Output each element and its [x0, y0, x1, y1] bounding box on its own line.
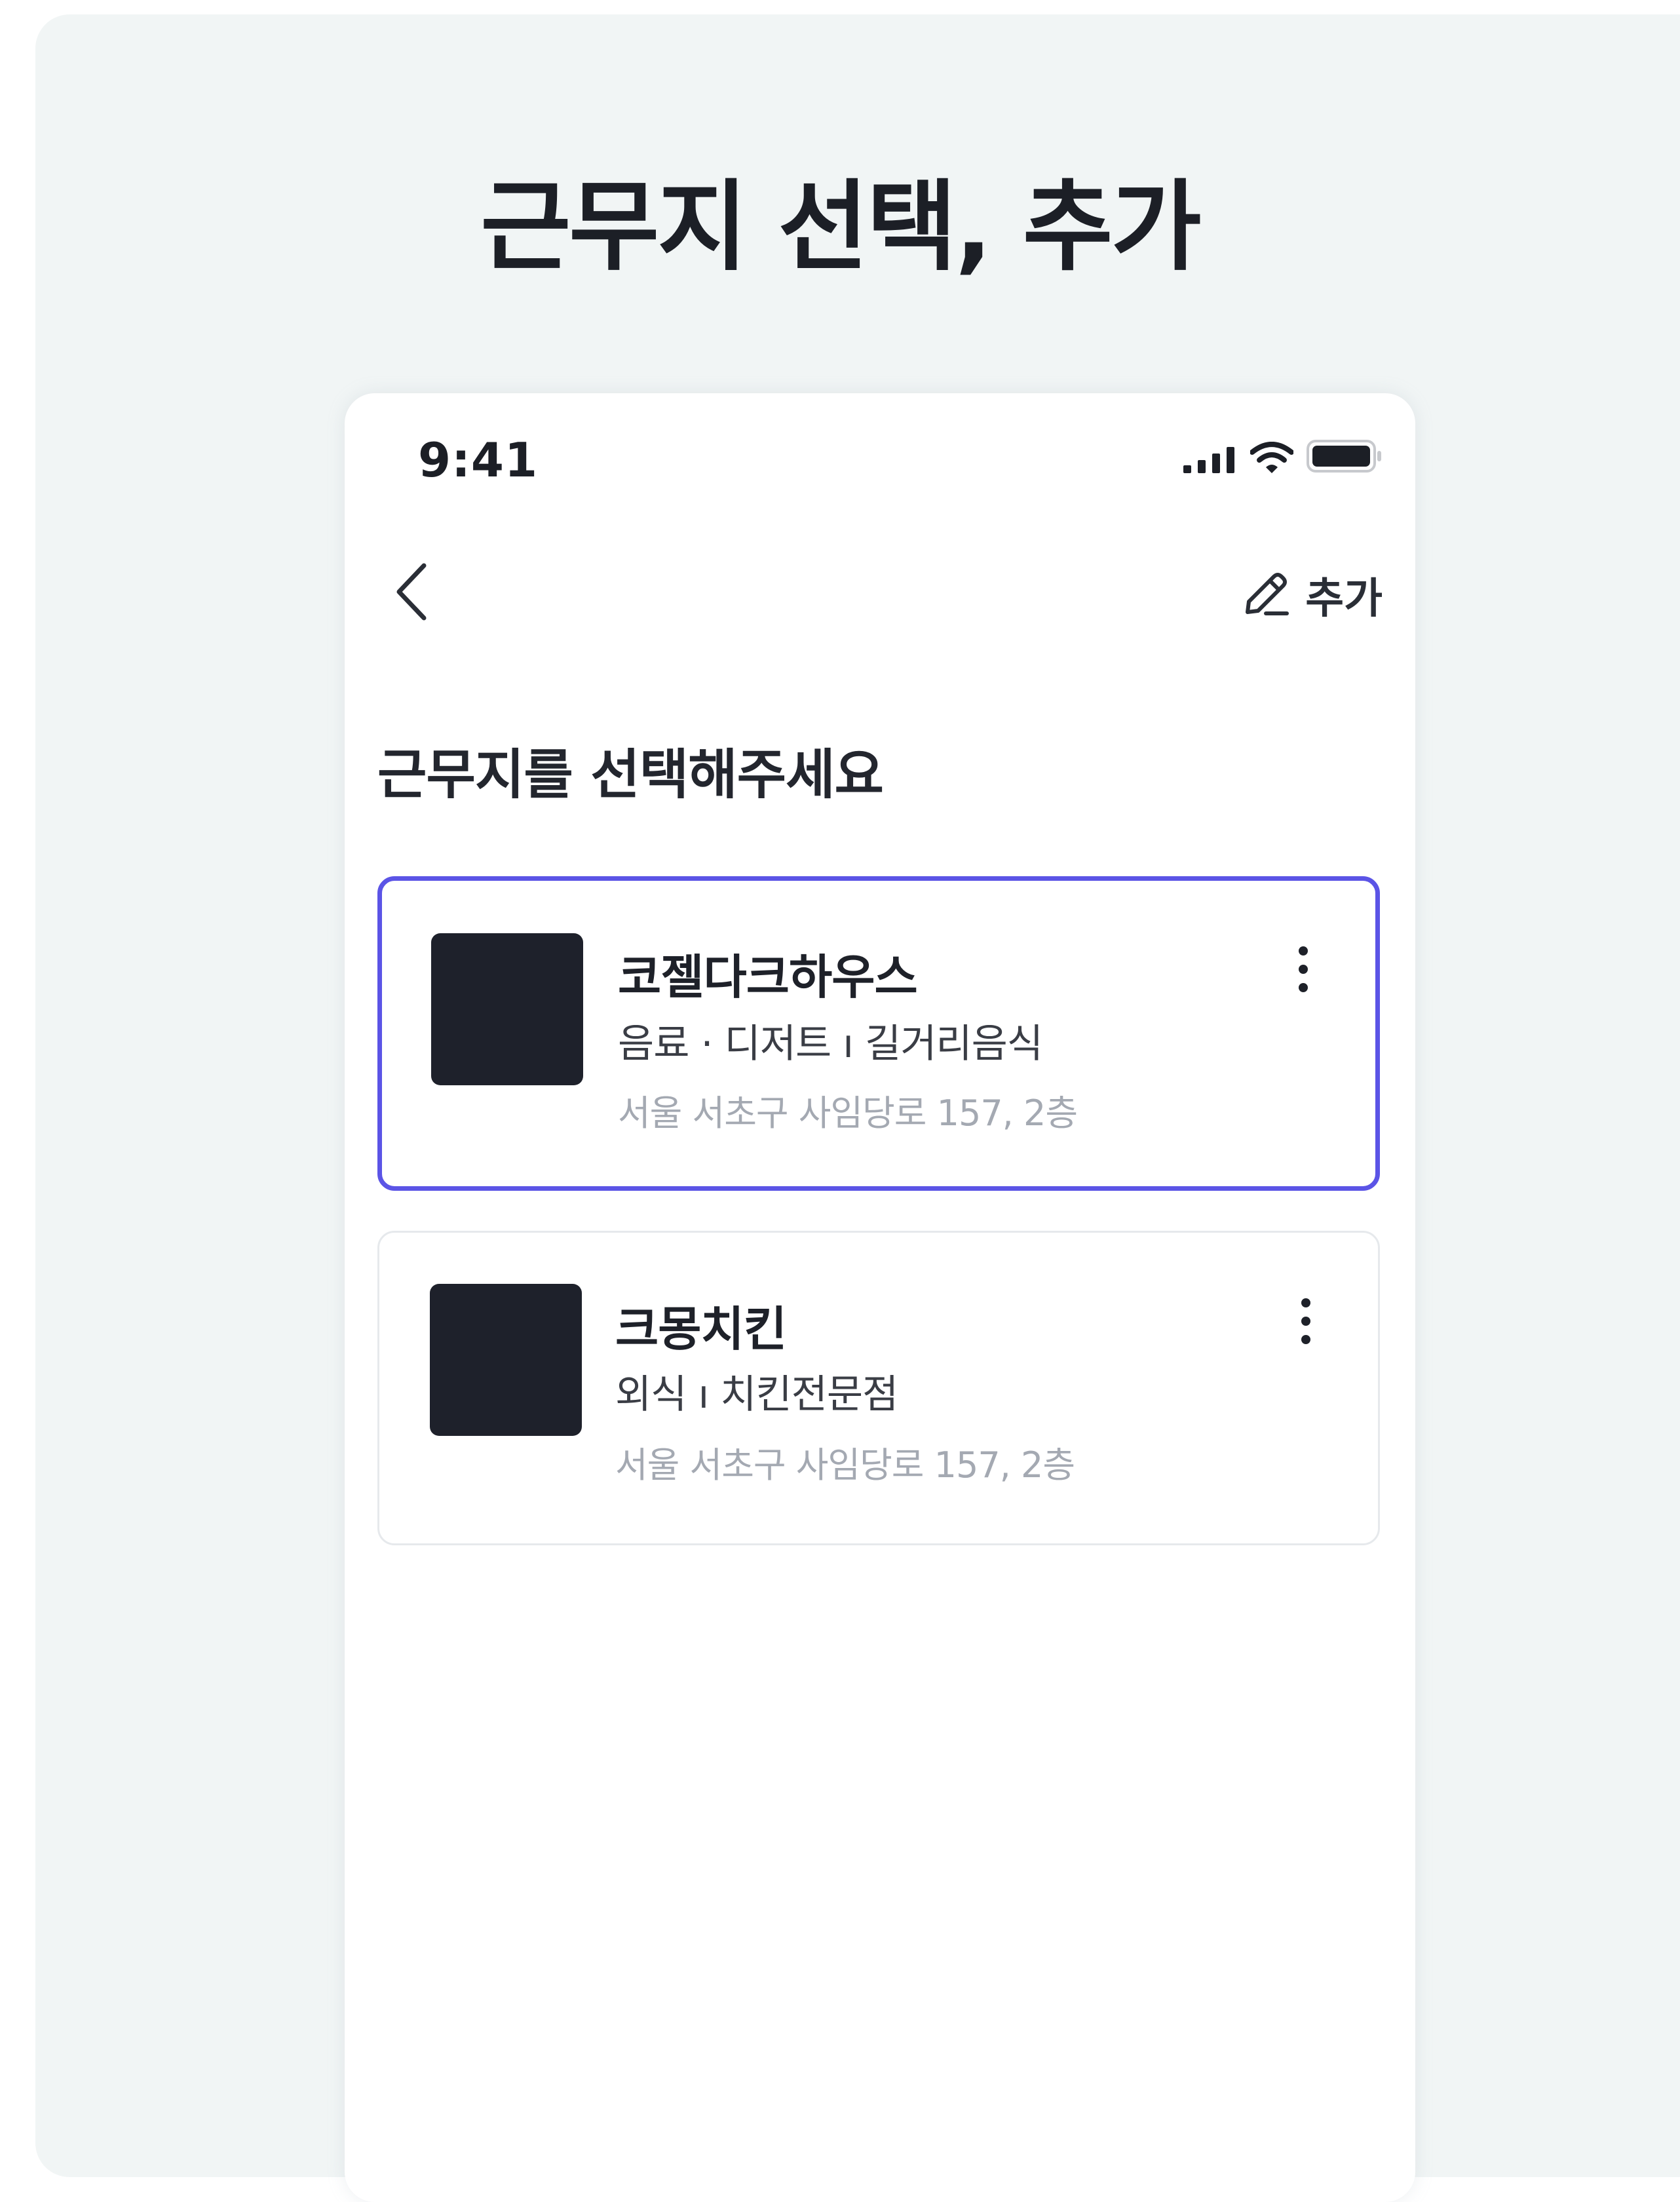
- more-vertical-icon-dot: [1301, 1335, 1310, 1344]
- status-bar-icons: [1183, 439, 1383, 476]
- workplace-category: 외식 ı 치킨전문점: [615, 1372, 898, 1418]
- workplace-thumbnail: [430, 1284, 582, 1436]
- battery-icon: [1307, 439, 1383, 476]
- more-vertical-icon-dot: [1299, 983, 1308, 992]
- page-title: 근무지 선택, 추가: [480, 170, 1201, 284]
- workplace-address: 서울 서초구 사임당로 157, 2층: [615, 1444, 1075, 1486]
- workplace-category: 음료 · 디저트 ı 길거리음식: [618, 1021, 1043, 1067]
- more-vertical-icon: [1301, 1298, 1310, 1307]
- status-bar-time: 9:41: [418, 433, 539, 488]
- workplace-name: 코젤다크하우스: [618, 950, 918, 1005]
- more-vertical-icon-dot: [1299, 965, 1308, 974]
- section-heading: 근무지를 선택해주세요: [377, 744, 884, 806]
- add-label: 추가: [1305, 575, 1383, 623]
- more-options-button[interactable]: [1284, 933, 1323, 1005]
- more-options-button[interactable]: [1286, 1285, 1326, 1357]
- workplace-card-selected[interactable]: 코젤다크하우스 음료 · 디저트 ı 길거리음식 서울 서초구 사임당로 157…: [377, 876, 1380, 1191]
- add-workplace-button[interactable]: 추가: [1241, 562, 1383, 628]
- phone-screen: 9:41 추가 근무지를 선택해주세요 코젤다크하우스 음료 · 디저트 ı 길…: [345, 393, 1415, 2202]
- workplace-name: 크몽치킨: [615, 1302, 787, 1357]
- workplace-thumbnail: [431, 933, 583, 1085]
- wifi-icon: [1250, 442, 1294, 476]
- workplace-card[interactable]: 크몽치킨 외식 ı 치킨전문점 서울 서초구 사임당로 157, 2층: [377, 1231, 1380, 1545]
- more-vertical-icon-dot: [1301, 1317, 1310, 1326]
- pencil-icon: [1241, 569, 1291, 621]
- workplace-address: 서울 서초구 사임당로 157, 2층: [618, 1092, 1078, 1134]
- back-button[interactable]: [383, 557, 442, 629]
- more-vertical-icon: [1299, 946, 1308, 956]
- cellular-signal-icon: [1183, 446, 1237, 476]
- chevron-left-icon: [394, 562, 430, 625]
